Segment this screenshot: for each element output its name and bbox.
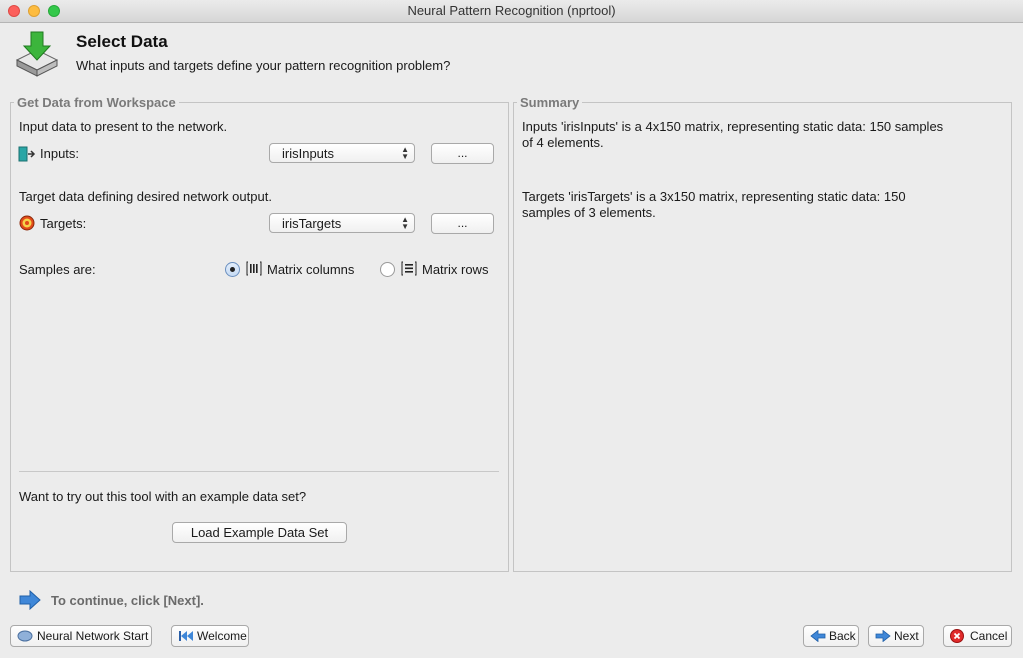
matrix-columns-label[interactable]: Matrix columns [267, 262, 354, 277]
neural-network-icon [17, 630, 33, 642]
summary-inputs-text: Inputs 'irisInputs' is a 4x150 matrix, r… [522, 119, 1002, 151]
matrix-rows-label[interactable]: Matrix rows [422, 262, 488, 277]
summary-legend: Summary [517, 95, 583, 110]
page-subtitle: What inputs and targets define your patt… [76, 58, 451, 73]
back-label: Back [829, 629, 856, 643]
inputs-browse-button[interactable]: ... [431, 143, 494, 164]
summary-inputs-line1: Inputs 'irisInputs' is a 4x150 matrix, r… [522, 119, 944, 134]
cancel-button[interactable]: Cancel [943, 625, 1012, 647]
matrix-columns-icon [246, 261, 262, 276]
arrow-right-icon [19, 590, 41, 610]
welcome-button[interactable]: Welcome [171, 625, 249, 647]
targets-label: Targets: [40, 216, 87, 231]
matrix-columns-radio[interactable] [225, 262, 240, 277]
matrix-rows-icon [401, 261, 417, 276]
welcome-label: Welcome [197, 629, 247, 643]
select-arrows-icon: ▲ ▼ [401, 215, 409, 231]
neural-network-start-button[interactable]: Neural Network Start [10, 625, 152, 647]
inputs-select-value: irisInputs [282, 146, 335, 161]
summary-targets-text: Targets 'irisTargets' is a 3x150 matrix,… [522, 189, 1002, 221]
page-title: Select Data [76, 32, 168, 51]
samples-label: Samples are: [19, 262, 96, 277]
inputs-select[interactable]: irisInputs ▲ ▼ [269, 143, 415, 163]
neural-network-start-label: Neural Network Start [37, 629, 149, 643]
continue-hint: To continue, click [Next]. [51, 593, 204, 608]
summary-targets-line2: samples of 3 elements. [522, 205, 656, 220]
targets-browse-button[interactable]: ... [431, 213, 494, 234]
select-arrows-icon: ▲ ▼ [401, 145, 409, 161]
example-prompt: Want to try out this tool with an exampl… [19, 489, 307, 504]
inputs-description: Input data to present to the network. [19, 119, 228, 134]
next-arrow-icon [875, 630, 891, 642]
rewind-icon [179, 631, 193, 641]
next-button[interactable]: Next [868, 625, 924, 647]
window-titlebar: Neural Pattern Recognition (nprtool) [0, 0, 1023, 23]
cancel-label: Cancel [970, 629, 1008, 643]
targets-description: Target data defining desired network out… [19, 189, 272, 204]
summary-targets-line1: Targets 'irisTargets' is a 3x150 matrix,… [522, 189, 906, 204]
window-title: Neural Pattern Recognition (nprtool) [407, 3, 616, 18]
targets-select-value: irisTargets [282, 216, 342, 231]
cancel-icon [950, 629, 964, 643]
next-label: Next [894, 629, 919, 643]
targets-icon [19, 215, 35, 231]
load-example-button[interactable]: Load Example Data Set [172, 522, 347, 543]
back-arrow-icon [810, 630, 826, 642]
matrix-rows-radio[interactable] [380, 262, 395, 277]
divider [19, 471, 499, 472]
download-tray-icon [15, 31, 59, 77]
inputs-icon [18, 146, 36, 162]
summary-inputs-line2: of 4 elements. [522, 135, 604, 150]
summary-panel: Summary [513, 95, 1012, 572]
workspace-legend: Get Data from Workspace [14, 95, 179, 110]
back-button[interactable]: Back [803, 625, 859, 647]
inputs-label: Inputs: [40, 146, 80, 161]
targets-select[interactable]: irisTargets ▲ ▼ [269, 213, 415, 233]
